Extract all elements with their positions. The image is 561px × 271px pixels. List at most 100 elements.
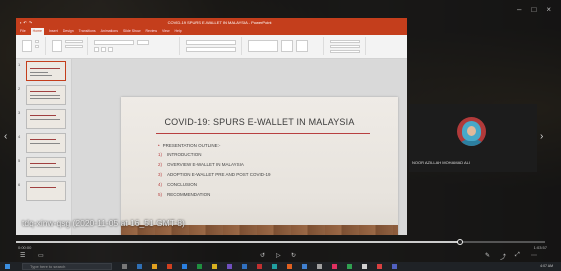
layout-button[interactable]	[65, 40, 83, 43]
tab-transitions[interactable]: Transitions	[79, 28, 96, 35]
prev-arrow-icon[interactable]: ‹	[4, 131, 7, 142]
slide-thumbnail[interactable]	[26, 85, 66, 105]
more-icon[interactable]: ⋯	[531, 252, 537, 259]
slide-thumbnail[interactable]	[26, 61, 66, 81]
total-time: 1:03:57	[533, 245, 547, 250]
font-group	[90, 37, 180, 55]
maximize-icon[interactable]: □	[531, 5, 536, 14]
settings-icon[interactable]	[317, 264, 322, 269]
edge-icon[interactable]	[137, 264, 142, 269]
current-slide[interactable]: COVID-19: SPURS E-WALLET IN MALAYSIA • PR…	[121, 97, 398, 235]
underline-icon[interactable]	[108, 47, 113, 52]
save-icon[interactable]: ▪	[20, 18, 21, 28]
copy-icon[interactable]	[35, 45, 39, 48]
outline-heading: • PRESENTATION OUTLINE:-	[158, 143, 221, 148]
taskbar: Type here to search 4:07 AM	[0, 262, 561, 271]
thumb-number: 2	[18, 86, 21, 91]
rewind-icon[interactable]: ↺	[260, 252, 265, 259]
tab-insert[interactable]: Insert	[49, 28, 58, 35]
bullets-row[interactable]	[186, 40, 236, 45]
forward-icon[interactable]: ↻	[291, 252, 296, 259]
find-button[interactable]	[330, 40, 360, 43]
tab-review[interactable]: Review	[146, 28, 157, 35]
windows-start-icon[interactable]	[5, 264, 10, 269]
play-icon[interactable]: ▷	[276, 252, 281, 259]
avatar	[457, 117, 486, 146]
quick-access-toolbar: ▪ ↶ ↷	[20, 18, 32, 28]
minimize-icon[interactable]: –	[517, 5, 521, 14]
word-icon[interactable]	[182, 264, 187, 269]
italic-icon[interactable]	[101, 47, 106, 52]
store-icon[interactable]	[272, 264, 277, 269]
cast-icon[interactable]: ▭	[38, 252, 44, 259]
zoom-icon[interactable]	[242, 264, 247, 269]
redo-icon[interactable]: ↷	[29, 18, 32, 28]
thumb-number: 5	[18, 158, 21, 163]
powerpoint-icon[interactable]	[167, 264, 172, 269]
slide-thumbnail[interactable]	[26, 133, 66, 153]
seek-bar[interactable]	[16, 239, 545, 245]
arrange-icon[interactable]	[281, 40, 293, 52]
firefox-icon[interactable]	[287, 264, 292, 269]
shapes-gallery[interactable]	[248, 40, 278, 52]
font-size-select[interactable]	[137, 40, 149, 45]
font-select[interactable]	[94, 40, 134, 45]
outline-item: 3) ADOPTION E-WALLET PRE AND POST COVID-1…	[158, 172, 271, 177]
next-arrow-icon[interactable]: ›	[540, 131, 543, 142]
tab-view[interactable]: View	[162, 28, 170, 35]
chrome-icon[interactable]	[212, 264, 217, 269]
paste-icon[interactable]	[22, 40, 32, 52]
ribbon-toolbar	[16, 35, 407, 59]
edit-icon[interactable]: ✎	[485, 252, 490, 259]
slide-thumbnail[interactable]	[26, 157, 66, 177]
seek-handle[interactable]	[457, 239, 464, 245]
new-slide-icon[interactable]	[52, 40, 62, 52]
undo-icon[interactable]: ↶	[23, 18, 26, 28]
window-controls: – □ ×	[517, 5, 551, 14]
slide-title: COVID-19: SPURS E-WALLET IN MALAYSIA	[164, 117, 355, 127]
file-explorer-icon[interactable]	[152, 264, 157, 269]
youtube-icon[interactable]	[377, 264, 382, 269]
tab-animations[interactable]: Animations	[101, 28, 118, 35]
onenote-icon[interactable]	[392, 264, 397, 269]
notepad-icon[interactable]	[362, 264, 367, 269]
video-viewer: – □ × ▪ ↶ ↷ COVID-19 SPURS E-WALLET IN M…	[0, 0, 561, 271]
ribbon-tabs: File Home Insert Design Transitions Animation…	[16, 28, 407, 35]
excel-icon[interactable]	[197, 264, 202, 269]
task-view-icon[interactable]	[122, 264, 127, 269]
tab-slide-show[interactable]: Slide Show	[123, 28, 141, 35]
media-icon[interactable]	[332, 264, 337, 269]
replace-button[interactable]	[330, 45, 360, 48]
slide-canvas: COVID-19: SPURS E-WALLET IN MALAYSIA • PR…	[72, 59, 407, 235]
tab-design[interactable]: Design	[63, 28, 74, 35]
outline-item: 1) INTRODUCTION	[158, 152, 202, 157]
slide-thumbnail[interactable]	[26, 181, 66, 201]
participant-tile[interactable]: NOOR AZILLAH MOHAMAD ALI	[409, 104, 537, 172]
clipboard-group	[18, 37, 46, 55]
cut-icon[interactable]	[35, 40, 39, 43]
quick-styles-icon[interactable]	[296, 40, 308, 52]
slide-thumbnail[interactable]	[26, 109, 66, 129]
participant-name: NOOR AZILLAH MOHAMAD ALI	[412, 160, 471, 165]
slides-group	[48, 37, 88, 55]
tab-home[interactable]: Home	[30, 28, 44, 35]
outlook-icon[interactable]	[302, 264, 307, 269]
shared-screen: ▪ ↶ ↷ COVID-19 SPURS E-WALLET IN MALAYSI…	[16, 18, 407, 235]
tab-help[interactable]: Help	[175, 28, 182, 35]
whatsapp-icon[interactable]	[347, 264, 352, 269]
reset-button[interactable]	[65, 45, 83, 48]
fullscreen-icon[interactable]: ⤢	[515, 252, 520, 259]
slide-thumbnails: 1 2 3 4 5 6	[16, 59, 72, 235]
close-icon[interactable]: ×	[546, 5, 551, 14]
teams-icon[interactable]	[227, 264, 232, 269]
bold-icon[interactable]	[94, 47, 99, 52]
playlist-icon[interactable]: ☰	[20, 252, 25, 259]
thumb-number: 4	[18, 134, 21, 139]
align-row[interactable]	[186, 47, 236, 52]
system-clock[interactable]: 4:07 AM	[540, 264, 553, 268]
acrobat-icon[interactable]	[257, 264, 262, 269]
editing-group	[326, 37, 366, 55]
share-icon[interactable]: ⤴	[500, 252, 506, 261]
select-button[interactable]	[330, 50, 360, 53]
tab-file[interactable]: File	[20, 28, 26, 35]
